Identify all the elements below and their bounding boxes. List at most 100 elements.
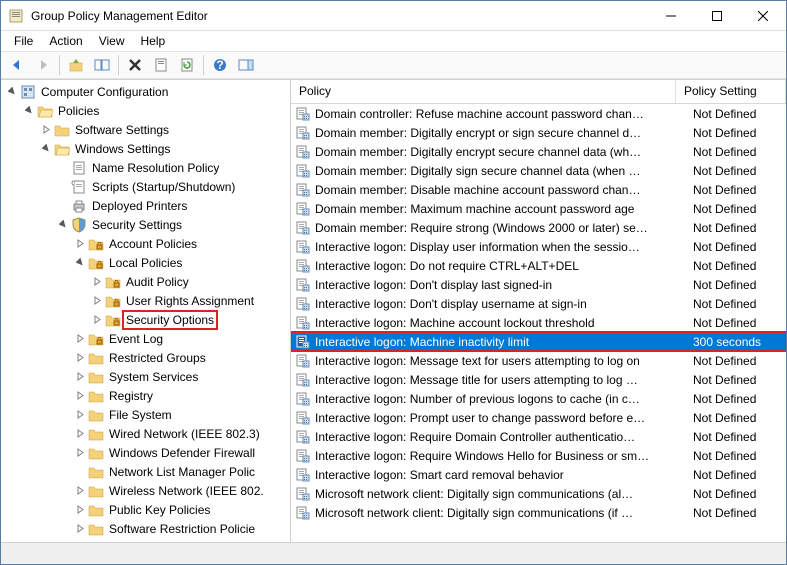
tree-registry[interactable]: Registry bbox=[1, 386, 290, 405]
tree-network-list-manager[interactable]: Network List Manager Polic bbox=[1, 462, 290, 481]
tree-computer-configuration[interactable]: Computer Configuration bbox=[1, 82, 290, 101]
tree-label: Event Log bbox=[107, 331, 165, 347]
expand-collapse-icon[interactable] bbox=[39, 142, 53, 156]
policy-name: Domain member: Require strong (Windows 2… bbox=[315, 221, 693, 235]
properties-button[interactable] bbox=[149, 53, 173, 77]
expand-collapse-icon[interactable] bbox=[73, 237, 87, 251]
tree-windows-settings[interactable]: Windows Settings bbox=[1, 139, 290, 158]
policy-setting: Not Defined bbox=[693, 430, 786, 444]
policy-row[interactable]: Interactive logon: Require Windows Hello… bbox=[291, 446, 786, 465]
expand-collapse-icon[interactable] bbox=[90, 294, 104, 308]
policy-row[interactable]: Interactive logon: Don't display last si… bbox=[291, 275, 786, 294]
column-header-policy[interactable]: Policy bbox=[291, 80, 676, 103]
policy-row[interactable]: Domain member: Digitally sign secure cha… bbox=[291, 161, 786, 180]
policy-row[interactable]: Interactive logon: Message title for use… bbox=[291, 370, 786, 389]
tree-pane[interactable]: Computer ConfigurationPolicies Software S… bbox=[1, 80, 291, 542]
tree-local-policies[interactable]: Local Policies bbox=[1, 253, 290, 272]
policy-row[interactable]: Interactive logon: Machine account locko… bbox=[291, 313, 786, 332]
delete-button[interactable] bbox=[123, 53, 147, 77]
expand-collapse-icon[interactable] bbox=[73, 408, 87, 422]
tree-windows-defender-firewall[interactable]: Windows Defender Firewall bbox=[1, 443, 290, 462]
toolbar-separator bbox=[59, 55, 60, 75]
menu-file[interactable]: File bbox=[7, 32, 40, 50]
show-hide-action-pane-button[interactable] bbox=[234, 53, 258, 77]
policy-name: Interactive logon: Don't display last si… bbox=[315, 278, 693, 292]
policy-row[interactable]: Domain member: Require strong (Windows 2… bbox=[291, 218, 786, 237]
tree-account-policies[interactable]: Account Policies bbox=[1, 234, 290, 253]
tree-event-log[interactable]: Event Log bbox=[1, 329, 290, 348]
tree-user-rights-assignment[interactable]: User Rights Assignment bbox=[1, 291, 290, 310]
tree-policies[interactable]: Policies bbox=[1, 101, 290, 120]
policy-row[interactable]: Interactive logon: Smart card removal be… bbox=[291, 465, 786, 484]
expand-collapse-icon[interactable] bbox=[73, 446, 87, 460]
expand-collapse-icon[interactable] bbox=[73, 484, 87, 498]
maximize-button[interactable] bbox=[694, 1, 740, 30]
expand-collapse-icon[interactable] bbox=[56, 218, 70, 232]
tree-public-key-policies[interactable]: Public Key Policies bbox=[1, 500, 290, 519]
expand-collapse-icon[interactable] bbox=[73, 503, 87, 517]
tree-label: Software Settings bbox=[73, 122, 171, 138]
policy-row[interactable]: Interactive logon: Number of previous lo… bbox=[291, 389, 786, 408]
tree-software-settings[interactable]: Software Settings bbox=[1, 120, 290, 139]
expand-collapse-icon[interactable] bbox=[90, 275, 104, 289]
policy-row[interactable]: Interactive logon: Don't display usernam… bbox=[291, 294, 786, 313]
policy-row[interactable]: Interactive logon: Machine inactivity li… bbox=[291, 332, 786, 351]
tree-wired-network[interactable]: Wired Network (IEEE 802.3) bbox=[1, 424, 290, 443]
expand-collapse-icon[interactable] bbox=[90, 313, 104, 327]
policy-setting: Not Defined bbox=[693, 259, 786, 273]
tree-label: Registry bbox=[107, 388, 155, 404]
policy-row[interactable]: Interactive logon: Do not require CTRL+A… bbox=[291, 256, 786, 275]
tree-restricted-groups[interactable]: Restricted Groups bbox=[1, 348, 290, 367]
minimize-button[interactable] bbox=[648, 1, 694, 30]
menu-help[interactable]: Help bbox=[134, 32, 173, 50]
tree-software-restriction[interactable]: Software Restriction Policie bbox=[1, 519, 290, 538]
expand-collapse-icon[interactable] bbox=[73, 256, 87, 270]
tree-audit-policy[interactable]: Audit Policy bbox=[1, 272, 290, 291]
policy-setting: Not Defined bbox=[693, 202, 786, 216]
policy-setting: Not Defined bbox=[693, 278, 786, 292]
show-hide-tree-button[interactable] bbox=[90, 53, 114, 77]
expand-collapse-icon[interactable] bbox=[73, 370, 87, 384]
policy-row[interactable]: Domain member: Maximum machine account p… bbox=[291, 199, 786, 218]
policy-row[interactable]: Interactive logon: Display user informat… bbox=[291, 237, 786, 256]
tree-wireless-network[interactable]: Wireless Network (IEEE 802. bbox=[1, 481, 290, 500]
tree-security-options[interactable]: Security Options bbox=[1, 310, 290, 329]
back-button[interactable] bbox=[5, 53, 29, 77]
expand-collapse-icon[interactable] bbox=[73, 389, 87, 403]
toolbar-separator bbox=[203, 55, 204, 75]
policy-name: Microsoft network client: Digitally sign… bbox=[315, 506, 693, 520]
policy-row[interactable]: Interactive logon: Require Domain Contro… bbox=[291, 427, 786, 446]
tree-system-services[interactable]: System Services bbox=[1, 367, 290, 386]
policy-row[interactable]: Domain controller: Refuse machine accoun… bbox=[291, 104, 786, 123]
close-button[interactable] bbox=[740, 1, 786, 30]
tree-security-settings[interactable]: Security Settings bbox=[1, 215, 290, 234]
menu-view[interactable]: View bbox=[92, 32, 132, 50]
expand-collapse-icon[interactable] bbox=[5, 85, 19, 99]
policy-row[interactable]: Domain member: Digitally encrypt or sign… bbox=[291, 123, 786, 142]
policy-row[interactable]: Interactive logon: Prompt user to change… bbox=[291, 408, 786, 427]
expand-collapse-icon[interactable] bbox=[22, 104, 36, 118]
policy-row[interactable]: Domain member: Disable machine account p… bbox=[291, 180, 786, 199]
list-body[interactable]: Domain controller: Refuse machine accoun… bbox=[291, 104, 786, 542]
policy-row[interactable]: Microsoft network client: Digitally sign… bbox=[291, 503, 786, 522]
expand-collapse-icon[interactable] bbox=[73, 351, 87, 365]
tree-name-resolution-policy[interactable]: Name Resolution Policy bbox=[1, 158, 290, 177]
expand-collapse-icon[interactable] bbox=[73, 332, 87, 346]
tree-deployed-printers[interactable]: Deployed Printers bbox=[1, 196, 290, 215]
policy-name: Interactive logon: Display user informat… bbox=[315, 240, 693, 254]
tree-file-system[interactable]: File System bbox=[1, 405, 290, 424]
policy-row[interactable]: Domain member: Digitally encrypt secure … bbox=[291, 142, 786, 161]
policy-name: Domain member: Maximum machine account p… bbox=[315, 202, 693, 216]
column-header-setting[interactable]: Policy Setting bbox=[676, 80, 786, 103]
policy-row[interactable]: Interactive logon: Message text for user… bbox=[291, 351, 786, 370]
help-button[interactable]: ? bbox=[208, 53, 232, 77]
menu-action[interactable]: Action bbox=[42, 32, 89, 50]
policy-row[interactable]: Microsoft network client: Digitally sign… bbox=[291, 484, 786, 503]
expand-collapse-icon[interactable] bbox=[39, 123, 53, 137]
expand-collapse-icon[interactable] bbox=[73, 522, 87, 536]
expand-collapse-icon[interactable] bbox=[73, 427, 87, 441]
refresh-button[interactable] bbox=[175, 53, 199, 77]
up-button[interactable] bbox=[64, 53, 88, 77]
forward-button[interactable] bbox=[31, 53, 55, 77]
tree-scripts[interactable]: Scripts (Startup/Shutdown) bbox=[1, 177, 290, 196]
